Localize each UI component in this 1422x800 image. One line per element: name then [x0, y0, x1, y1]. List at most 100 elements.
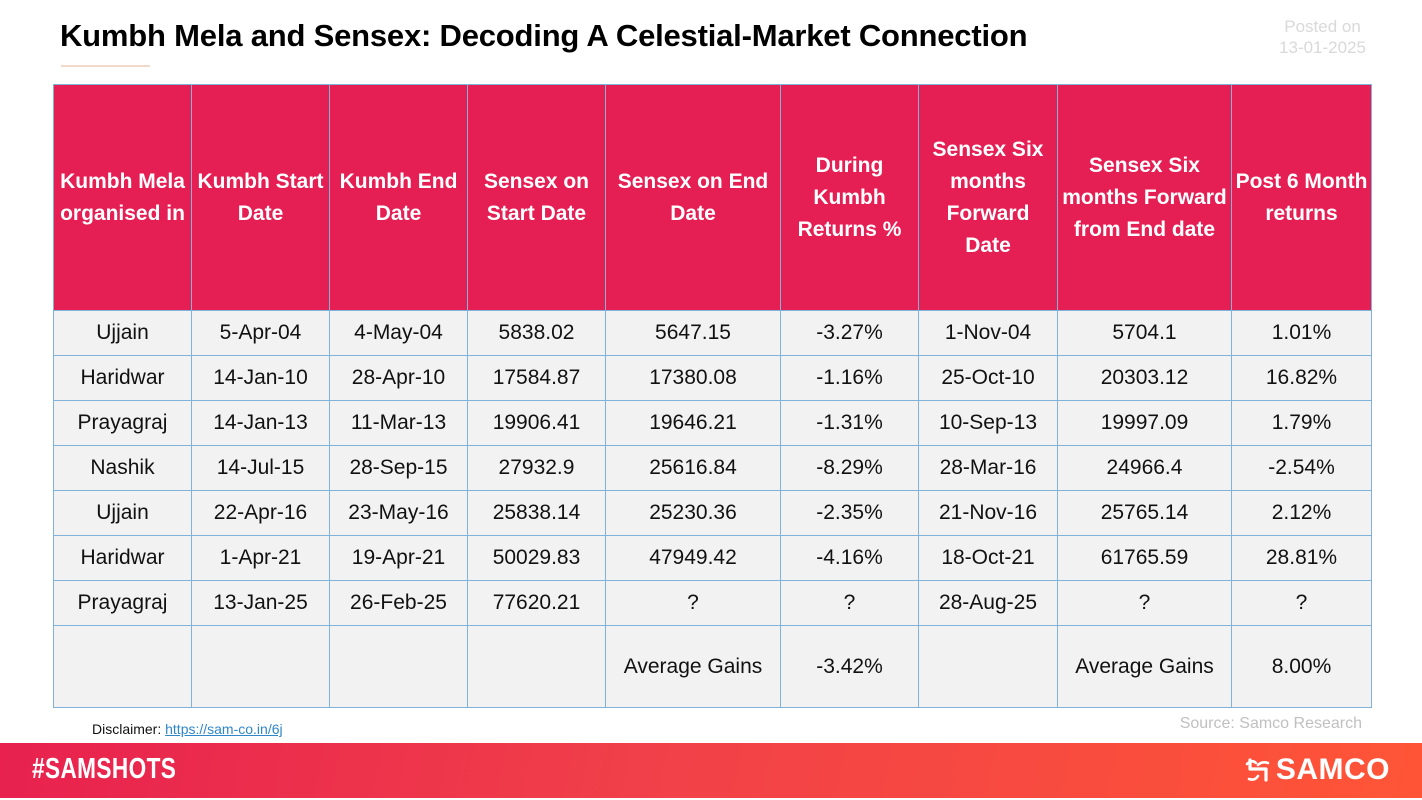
cell-during-returns: -2.35% [780, 490, 919, 536]
table-row: Ujjain 5-Apr-04 4-May-04 5838.02 5647.15 -3.2… [53, 310, 1372, 356]
cell-post-returns: 16.82% [1231, 355, 1372, 401]
table-header-row: Kumbh Mela organised in Kumbh Start Date… [53, 84, 1372, 311]
cell-end-date: 11-Mar-13 [329, 400, 468, 446]
cell-location: Haridwar [53, 355, 192, 401]
cell-end-date: 19-Apr-21 [329, 535, 468, 581]
cell-post-returns: ? [1231, 580, 1372, 626]
column-header-start-date: Kumbh Start Date [191, 84, 330, 311]
cell-during-returns: ? [780, 580, 919, 626]
cell-sensex-end: 17380.08 [605, 355, 781, 401]
footer-banner: #SAMSHOTS SAMCO [0, 743, 1422, 798]
column-header-forward-sensex: Sensex Six months Forward from End date [1057, 84, 1232, 311]
cell-forward-date: 28-Mar-16 [918, 445, 1058, 491]
cell-start-date: 14-Jul-15 [191, 445, 330, 491]
cell-start-date: 1-Apr-21 [191, 535, 330, 581]
table-row: Nashik 14-Jul-15 28-Sep-15 27932.9 25616.84-… [53, 445, 1372, 491]
cell-sensex-end: 19646.21 [605, 400, 781, 446]
disclaimer-link[interactable]: https://sam-co.in/6j [165, 721, 283, 737]
column-header-sensex-start: Sensex on Start Date [467, 84, 606, 311]
cell-forward-sensex: ? [1057, 580, 1232, 626]
cell-sensex-start: 25838.14 [467, 490, 606, 536]
source-note: Source: Samco Research [1179, 715, 1362, 732]
summary-cell-sensex-start [467, 625, 606, 708]
cell-forward-date: 1-Nov-04 [918, 310, 1058, 356]
table-row: Prayagraj 13-Jan-25 26-Feb-25 77620.21?? 28-… [53, 580, 1372, 626]
cell-forward-sensex: 24966.4 [1057, 445, 1232, 491]
cell-sensex-start: 50029.83 [467, 535, 606, 581]
cell-during-returns: -3.27% [780, 310, 919, 356]
cell-end-date: 4-May-04 [329, 310, 468, 356]
cell-end-date: 28-Sep-15 [329, 445, 468, 491]
cell-sensex-start: 77620.21 [467, 580, 606, 626]
cell-sensex-start: 17584.87 [467, 355, 606, 401]
cell-during-returns: -1.16% [780, 355, 919, 401]
summary-cell-location [53, 625, 192, 708]
disclaimer: Disclaimer: https://sam-co.in/6j [92, 721, 283, 737]
cell-forward-date: 18-Oct-21 [918, 535, 1058, 581]
column-header-during-returns: During Kumbh Returns % [780, 84, 919, 311]
posted-date-block: Posted on 13-01-2025 [1279, 16, 1366, 58]
cell-start-date: 13-Jan-25 [191, 580, 330, 626]
cell-start-date: 22-Apr-16 [191, 490, 330, 536]
table-row: Prayagraj 14-Jan-13 11-Mar-13 19906.41 19646… [53, 400, 1372, 446]
table-row: Ujjain 22-Apr-16 23-May-16 25838.14 25230.36… [53, 490, 1372, 536]
cell-forward-sensex: 25765.14 [1057, 490, 1232, 536]
cell-sensex-end: 25230.36 [605, 490, 781, 536]
cell-end-date: 28-Apr-10 [329, 355, 468, 401]
column-header-forward-date: Sensex Six months Forward Date [918, 84, 1058, 311]
cell-post-returns: -2.54% [1231, 445, 1372, 491]
posted-label: Posted on [1284, 17, 1361, 36]
cell-post-returns: 1.01% [1231, 310, 1372, 356]
cell-forward-sensex: 5704.1 [1057, 310, 1232, 356]
cell-location: Ujjain [53, 490, 192, 536]
kumbh-sensex-table: Kumbh Mela organised in Kumbh Start Date… [53, 84, 1372, 708]
cell-sensex-start: 19906.41 [467, 400, 606, 446]
cell-forward-date: 10-Sep-13 [918, 400, 1058, 446]
cell-sensex-end: ? [605, 580, 781, 626]
samco-brand-name: SAMCO [1275, 753, 1390, 786]
column-header-location: Kumbh Mela organised in [53, 84, 192, 311]
summary-row: Average Gains -3.42% Average Gains 8.00% [53, 625, 1372, 708]
cell-start-date: 14-Jan-10 [191, 355, 330, 401]
disclaimer-label: Disclaimer: [92, 721, 162, 737]
summary-cell-post-returns: 8.00% [1231, 625, 1372, 708]
cell-forward-sensex: 61765.59 [1057, 535, 1232, 581]
cell-during-returns: -4.16% [780, 535, 919, 581]
cell-sensex-start: 5838.02 [467, 310, 606, 356]
summary-cell-during-returns: -3.42% [780, 625, 919, 708]
cell-forward-sensex: 20303.12 [1057, 355, 1232, 401]
column-header-sensex-end: Sensex on End Date [605, 84, 781, 311]
cell-start-date: 5-Apr-04 [191, 310, 330, 356]
samshots-hashtag: #SAMSHOTS [32, 753, 177, 785]
cell-forward-sensex: 19997.09 [1057, 400, 1232, 446]
cell-forward-date: 21-Nov-16 [918, 490, 1058, 536]
table-row: Haridwar 14-Jan-10 28-Apr-10 17584.87 17380.… [53, 355, 1372, 401]
summary-cell-end-date [329, 625, 468, 708]
cell-location: Prayagraj [53, 580, 192, 626]
samco-logo-icon [1245, 758, 1270, 782]
summary-cell-forward-date [918, 625, 1058, 708]
cell-location: Haridwar [53, 535, 192, 581]
table-row: Haridwar 1-Apr-21 19-Apr-21 50029.83 47949.4… [53, 535, 1372, 581]
cell-during-returns: -8.29% [780, 445, 919, 491]
column-header-post-returns: Post 6 Month returns [1231, 84, 1372, 311]
cell-location: Ujjain [53, 310, 192, 356]
cell-forward-date: 28-Aug-25 [918, 580, 1058, 626]
cell-sensex-start: 27932.9 [467, 445, 606, 491]
posted-date: 13-01-2025 [1279, 38, 1366, 57]
cell-sensex-end: 5647.15 [605, 310, 781, 356]
cell-sensex-end: 47949.42 [605, 535, 781, 581]
title-underline [61, 65, 150, 67]
table-body: Ujjain 5-Apr-04 4-May-04 5838.02 5647.15 -3.2… [53, 310, 1372, 708]
cell-during-returns: -1.31% [780, 400, 919, 446]
cell-start-date: 14-Jan-13 [191, 400, 330, 446]
summary-cell-sensex-end: Average Gains [605, 625, 781, 708]
cell-post-returns: 1.79% [1231, 400, 1372, 446]
cell-post-returns: 2.12% [1231, 490, 1372, 536]
column-header-end-date: Kumbh End Date [329, 84, 468, 311]
cell-end-date: 26-Feb-25 [329, 580, 468, 626]
cell-post-returns: 28.81% [1231, 535, 1372, 581]
cell-location: Prayagraj [53, 400, 192, 446]
cell-forward-date: 25-Oct-10 [918, 355, 1058, 401]
page-title: Kumbh Mela and Sensex: Decoding A Celest… [60, 18, 1028, 53]
